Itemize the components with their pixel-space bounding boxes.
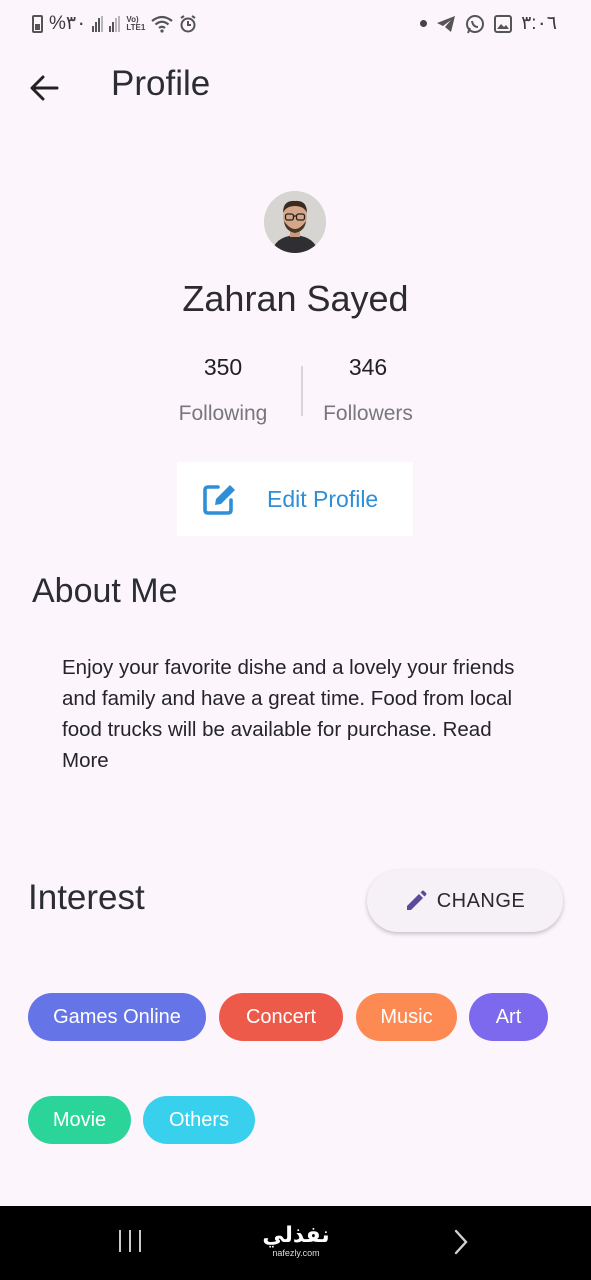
battery-percent: %٣٠ [49,13,87,34]
followers-count[interactable]: 346 [303,354,433,381]
chip-music[interactable]: Music [356,993,457,1041]
alarm-icon [180,14,196,32]
status-right: ٣:٠٦ [420,12,557,35]
back-button[interactable] [24,68,64,108]
wifi-icon [151,15,173,33]
edit-profile-button[interactable]: Edit Profile [177,462,413,536]
edit-square-icon [203,485,235,515]
watermark-logo: نفذلي nafezly.com [258,1222,334,1258]
chip-label: Others [168,1108,230,1131]
watermark-url: nafezly.com [272,1248,320,1258]
pencil-icon [406,890,427,910]
chip-label: Art [495,1005,522,1028]
chip-label: Games Online [53,1005,181,1028]
edit-profile-label: Edit Profile [267,485,379,512]
chip-others[interactable]: Others [143,1096,255,1144]
chip-art[interactable]: Art [469,993,548,1041]
whatsapp-icon [466,14,485,33]
clock: ٣:٠٦ [521,13,557,34]
signal-icon-2 [109,15,121,32]
following-count[interactable]: 350 [158,354,288,381]
chip-label: Movie [52,1108,107,1131]
chip-label: Music [380,1005,433,1028]
followers-label[interactable]: Followers [303,402,433,426]
volte-icon: Vo) LTE1 [126,14,146,32]
telegram-icon [437,15,456,32]
chip-games-online[interactable]: Games Online [28,993,206,1041]
recents-icon [119,1230,121,1252]
change-button[interactable]: CHANGE [367,870,563,932]
battery-icon [32,14,43,33]
avatar[interactable] [264,191,326,253]
chevron-right-icon [454,1229,468,1255]
signal-icon [92,15,104,32]
page-title: Profile [111,64,211,103]
about-text: Enjoy your favorite dishe and a lovely y… [62,656,515,772]
user-name: Zahran Sayed [182,278,409,319]
chip-concert[interactable]: Concert [219,993,343,1041]
interest-title: Interest [28,878,145,917]
change-label: CHANGE [436,889,526,912]
arrow-left-icon [30,75,59,101]
chip-movie[interactable]: Movie [28,1096,131,1144]
chip-label: Concert [245,1005,317,1028]
notification-dot-icon [420,20,428,27]
watermark-text: نفذلي [262,1222,330,1247]
about-title: About Me [32,572,178,610]
following-label[interactable]: Following [158,402,288,426]
avatar-image [264,191,326,253]
status-bar: %٣٠ Vo) LTE1 ٣:٠٦ [0,0,591,48]
gallery-icon [494,14,513,33]
recents-button[interactable] [119,1230,141,1252]
nav-back-button[interactable] [450,1228,472,1261]
status-left: %٣٠ Vo) LTE1 [32,12,197,35]
